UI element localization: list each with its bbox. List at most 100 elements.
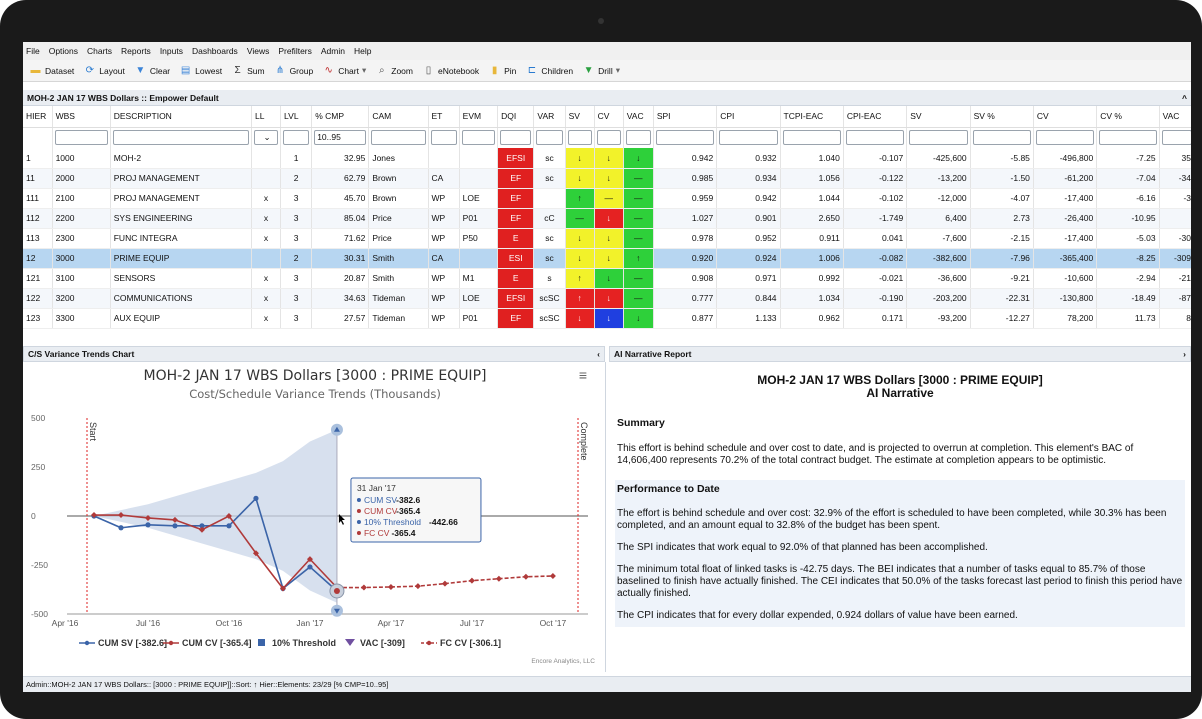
table-row[interactable]: 112 2200 SYS ENGINEERING x 3 85.04 Price WP P01 E…: [23, 208, 1191, 229]
column-header[interactable]: TCPI-EAC: [780, 106, 844, 128]
column-header[interactable]: VAC: [1159, 106, 1191, 128]
column-header[interactable]: LVL: [280, 106, 313, 128]
column-header[interactable]: VAC: [623, 106, 654, 128]
filter-input[interactable]: [54, 130, 108, 146]
expand-narrative-icon[interactable]: ›: [1183, 349, 1186, 359]
filter-input[interactable]: [655, 130, 715, 146]
table-row[interactable]: 12 3000 PRIME EQUIP 2 30.31 Smith CA ESI sc ↓ ↓ ↑ 0.…: [23, 248, 1191, 269]
filter-input[interactable]: [972, 130, 1031, 146]
table-row[interactable]: 113 2300 FUNC INTEGRA x 3 71.62 Price WP P50 Esc ↓…: [23, 228, 1191, 249]
column-header[interactable]: EVM: [459, 106, 499, 128]
performance-paragraph-2: The SPI indicates that work equal to 92.…: [615, 537, 1185, 559]
menu-views[interactable]: Views: [247, 46, 270, 56]
column-header[interactable]: CV: [1033, 106, 1098, 128]
column-header[interactable]: SPI: [653, 106, 718, 128]
cell-et: WP: [428, 228, 460, 249]
pin-button[interactable]: ▮ Pin: [488, 65, 517, 76]
menu-help[interactable]: Help: [354, 46, 371, 56]
table-row[interactable]: 11 2000 PROJ MANAGEMENT 2 62.79 Brown CA EF sc ↓ ↓…: [23, 168, 1191, 189]
filter-input[interactable]: [1161, 130, 1191, 146]
cell-vacd: 8: [1159, 308, 1191, 329]
narrative-panel-title: AI Narrative Report: [614, 349, 692, 359]
cell-sv: ↑: [565, 268, 595, 289]
toolbar: ▬ Dataset ⟳ Layout ▼ Clear ▤ Lowest Σ Sum ⋔ Group ∿ C…: [23, 60, 1191, 82]
cell-hier: 121: [23, 268, 53, 289]
menu-inputs[interactable]: Inputs: [160, 46, 183, 56]
menu-options[interactable]: Options: [49, 46, 78, 56]
toolbar-label: Dataset: [45, 65, 75, 76]
table-row[interactable]: 122 3200 COMMUNICATIONS x 3 34.63 Tideman WP LOE…: [23, 288, 1191, 309]
group-button[interactable]: ⋔ Group: [274, 65, 313, 76]
zoom-button[interactable]: ⌕ Zoom: [375, 65, 413, 76]
column-header[interactable]: SV: [565, 106, 595, 128]
filter-input[interactable]: [1099, 130, 1157, 146]
cell-cv: ↓: [594, 168, 624, 189]
table-row[interactable]: 111 2100 PROJ MANAGEMENT x 3 45.70 Brown WP LOE E…: [23, 188, 1191, 209]
layout-button[interactable]: ⟳ Layout: [83, 65, 125, 76]
column-header[interactable]: CV: [594, 106, 624, 128]
cmp-filter-input[interactable]: 10..95: [314, 130, 367, 146]
cell-evm: [459, 248, 499, 269]
filter-input[interactable]: [536, 130, 563, 146]
cell-cam: Tideman: [368, 288, 429, 309]
column-header[interactable]: VAR: [533, 106, 566, 128]
dataset-button[interactable]: ▬ Dataset: [29, 65, 75, 76]
enotebook-button[interactable]: ▯ eNotebook: [422, 65, 479, 76]
drill-button[interactable]: ▼ Drill ▾: [582, 65, 620, 76]
column-header[interactable]: HIER: [23, 106, 53, 128]
filter-input[interactable]: [283, 130, 310, 146]
menu-charts[interactable]: Charts: [87, 46, 112, 56]
filter-input[interactable]: [567, 130, 592, 146]
cell-ll: [251, 168, 282, 189]
cell-lvl: 1: [280, 148, 313, 169]
collapse-grid-icon[interactable]: ^: [1182, 93, 1187, 103]
cell-cpieac: -0.107: [843, 148, 908, 169]
filter-input[interactable]: [719, 130, 778, 146]
table-row[interactable]: 123 3300 AUX EQUIP x 3 27.57 Tideman WP P01 EF scS…: [23, 308, 1191, 329]
filter-input[interactable]: [625, 130, 651, 146]
column-header[interactable]: DESCRIPTION: [110, 106, 252, 128]
column-header[interactable]: % CMP: [311, 106, 370, 128]
ll-filter-dropdown[interactable]: ⌄: [253, 130, 279, 146]
column-header[interactable]: WBS: [52, 106, 111, 128]
cell-cvp: -6.16: [1096, 188, 1160, 209]
menu-reports[interactable]: Reports: [121, 46, 151, 56]
filter-input[interactable]: [845, 130, 905, 146]
cell-desc: PRIME EQUIP: [110, 248, 252, 269]
table-row[interactable]: 121 3100 SENSORS x 3 20.87 Smith WP M1 Es ↑ ↓ —0.908…: [23, 268, 1191, 289]
filter-input[interactable]: [782, 130, 841, 146]
filter-input[interactable]: [596, 130, 621, 146]
sum-button[interactable]: Σ Sum: [231, 65, 264, 76]
column-header[interactable]: SV: [906, 106, 971, 128]
filter-input[interactable]: [461, 130, 496, 146]
menu-admin[interactable]: Admin: [321, 46, 345, 56]
filter-input[interactable]: [112, 130, 249, 146]
filter-input[interactable]: [1035, 130, 1095, 146]
column-header[interactable]: CAM: [368, 106, 429, 128]
filter-input[interactable]: [500, 130, 532, 146]
column-header[interactable]: CPI-EAC: [843, 106, 908, 128]
column-header[interactable]: ET: [428, 106, 460, 128]
column-header[interactable]: SV %: [970, 106, 1034, 128]
clear-button[interactable]: ▼ Clear: [134, 65, 170, 76]
table-row[interactable]: 1 1000 MOH-2 1 32.95 Jones EFSI sc ↓ ↓ ↓ 0.942 0.932…: [23, 148, 1191, 169]
collapse-chart-icon[interactable]: ‹: [597, 349, 600, 359]
menu-prefilters[interactable]: Prefilters: [278, 46, 312, 56]
cell-desc: PROJ MANAGEMENT: [110, 168, 252, 189]
highlight-point: [333, 587, 340, 594]
column-header[interactable]: DQI: [497, 106, 535, 128]
filter-input[interactable]: [371, 130, 426, 146]
filter-input[interactable]: [430, 130, 457, 146]
tooltip-value: -382.6: [396, 495, 420, 505]
chart-button[interactable]: ∿ Chart ▾: [322, 65, 366, 76]
column-header[interactable]: LL: [251, 106, 282, 128]
menu-dashboards[interactable]: Dashboards: [192, 46, 238, 56]
column-header[interactable]: CPI: [716, 106, 781, 128]
children-button[interactable]: ⊏ Children: [525, 65, 573, 76]
column-header[interactable]: CV %: [1096, 106, 1160, 128]
cell-lvl: 2: [280, 168, 313, 189]
hamburger-menu-icon[interactable]: ≡: [579, 367, 587, 383]
menu-file[interactable]: File: [26, 46, 40, 56]
lowest-button[interactable]: ▤ Lowest: [179, 65, 222, 76]
filter-input[interactable]: [909, 130, 968, 146]
